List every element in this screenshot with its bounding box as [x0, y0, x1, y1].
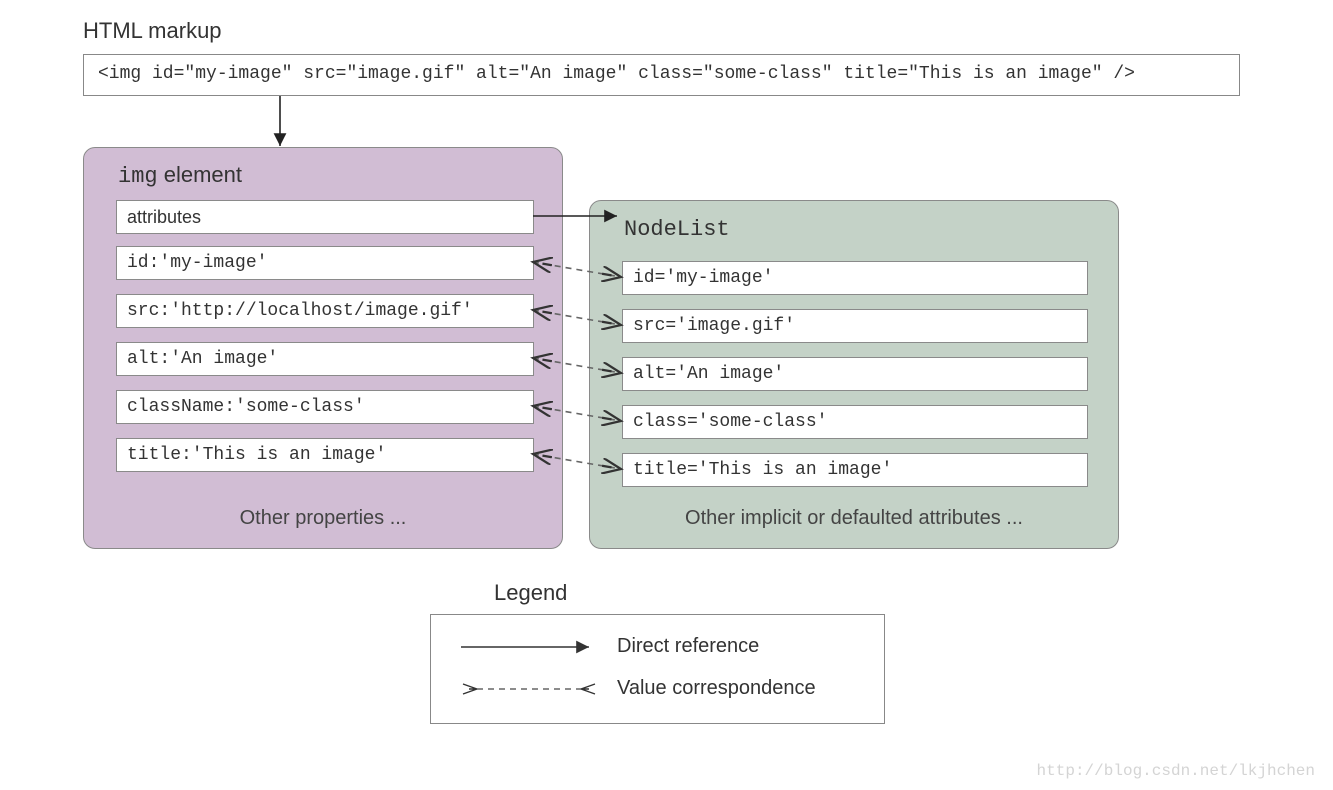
slot-title-prop: title:'This is an image' — [116, 438, 534, 472]
legend-row-valcorr: Value correspondence — [459, 677, 816, 700]
panel-footer-img: Other properties ... — [84, 507, 562, 530]
legend-direct-label: Direct reference — [617, 635, 759, 658]
panel-footer-nodelist: Other implicit or defaulted attributes .… — [590, 507, 1118, 530]
panel-title-nodelist: NodeList — [624, 217, 730, 242]
html-markup-code: <img id="my-image" src="image.gif" alt="… — [83, 54, 1240, 96]
panel-title-text: element — [158, 162, 242, 187]
slot-attributes: attributes — [116, 200, 534, 234]
slot-title-attr: title='This is an image' — [622, 453, 1088, 487]
legend-box: Direct reference Value correspondence — [430, 614, 885, 724]
legend-valcorr-label: Value correspondence — [617, 677, 816, 700]
slot-alt-prop: alt:'An image' — [116, 342, 534, 376]
panel-title-img: img element — [118, 162, 242, 189]
panel-img-element: img element attributes id:'my-image' src… — [83, 147, 563, 549]
panel-title-code: img — [118, 164, 158, 189]
slot-class-attr: class='some-class' — [622, 405, 1088, 439]
legend-title: Legend — [494, 580, 567, 606]
section-title-markup: HTML markup — [83, 18, 222, 44]
legend-row-direct: Direct reference — [459, 635, 759, 658]
slot-src-prop: src:'http://localhost/image.gif' — [116, 294, 534, 328]
slot-id-attr: id='my-image' — [622, 261, 1088, 295]
watermark: http://blog.csdn.net/lkjhchen — [1037, 762, 1315, 780]
arrow-dashed-double-icon — [459, 679, 599, 699]
panel-nodelist: NodeList id='my-image' src='image.gif' a… — [589, 200, 1119, 549]
slot-classname-prop: className:'some-class' — [116, 390, 534, 424]
slot-alt-attr: alt='An image' — [622, 357, 1088, 391]
slot-id-prop: id:'my-image' — [116, 246, 534, 280]
arrow-solid-icon — [459, 637, 599, 657]
slot-src-attr: src='image.gif' — [622, 309, 1088, 343]
